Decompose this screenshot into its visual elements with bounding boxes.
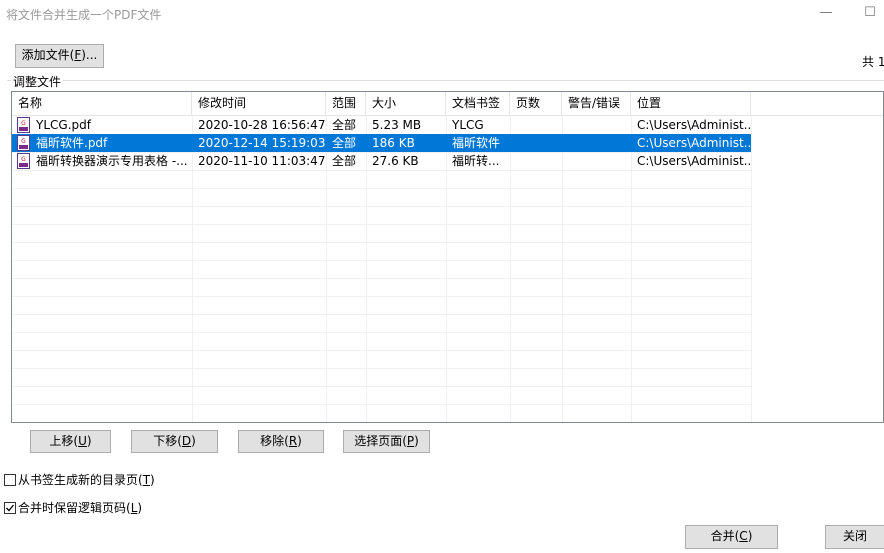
remove-label: 移除( (260, 434, 289, 448)
keep-page-numbers-checkbox[interactable] (4, 501, 16, 514)
pdf-file-icon: G (17, 135, 30, 151)
merge-key: C (739, 529, 748, 543)
cell-bookmark: 福昕软件 (452, 136, 501, 150)
total-count: 共 1 (862, 55, 884, 69)
close-label: 关闭 (842, 529, 867, 543)
svg-text:G: G (21, 138, 26, 145)
grid-line (12, 422, 751, 423)
cell-name: 福昕软件.pdf (36, 136, 108, 150)
grid-line (12, 278, 751, 279)
svg-text:G: G (21, 120, 26, 127)
move-up-key: U (78, 434, 87, 448)
select-pages-button[interactable]: 选择页面(P) (343, 430, 430, 453)
cell-pages (510, 134, 562, 152)
remove-tail: ) (297, 434, 302, 448)
cell-bookmark: YLCG (452, 118, 484, 132)
cell-modified: 2020-10-28 16:56:47 (198, 118, 326, 132)
merge-label: 合并( (710, 529, 740, 543)
column-header-location[interactable]: 位置 (631, 92, 751, 115)
cell-pages (510, 152, 562, 170)
maximize-button[interactable]: ☐ (848, 0, 884, 28)
cell-size: 27.6 KB (372, 154, 419, 168)
add-files-label: 添加文件( (21, 48, 75, 62)
grid-line (12, 296, 751, 297)
svg-text:G: G (21, 156, 26, 163)
cell-range: 全部 (332, 118, 357, 132)
group-box-border (7, 80, 884, 81)
add-files-tail: )... (81, 48, 98, 62)
grid-line (12, 260, 751, 261)
cell-size: 186 KB (372, 136, 415, 150)
move-down-label: 下移( (153, 434, 182, 448)
cell-name: YLCG.pdf (36, 118, 91, 132)
add-files-button[interactable]: 添加文件(F)... (15, 44, 104, 68)
remove-button[interactable]: 移除(R) (238, 430, 324, 453)
file-list[interactable]: 名称 修改时间 范围 大小 文档书签 页数 警告/错误 位置 G YLCG.pd… (11, 91, 884, 423)
column-header-range[interactable]: 范围 (326, 92, 366, 115)
checkmark-icon (6, 504, 15, 511)
keep-page-numbers-option[interactable]: 合并时保留逻辑页码(L) (4, 499, 142, 516)
grid-line (12, 332, 751, 333)
move-up-button[interactable]: 上移(U) (30, 430, 111, 453)
toc-label: 从书签生成新的目录页(T) (18, 473, 155, 487)
table-row[interactable]: G YLCG.pdf 2020-10-28 16:56:47 全部 5.23 M… (12, 116, 751, 134)
cell-size: 5.23 MB (372, 118, 422, 132)
table-row-selected[interactable]: G 福昕软件.pdf 2020-12-14 15:19:03 全部 186 KB… (12, 134, 751, 152)
cell-modified: 2020-12-14 15:19:03 (198, 136, 326, 150)
select-pages-label: 选择页面( (354, 434, 407, 448)
column-header-bookmark[interactable]: 文档书签 (446, 92, 510, 115)
move-down-key: D (181, 434, 192, 448)
grid-line (12, 170, 751, 171)
column-header-modified[interactable]: 修改时间 (192, 92, 326, 115)
pdf-file-icon: G (17, 117, 30, 133)
cell-warning (562, 152, 631, 170)
close-button[interactable]: 关闭 (825, 525, 884, 549)
cell-warning (562, 134, 631, 152)
cell-location: C:\Users\Administ... (637, 118, 751, 132)
cell-bookmark: 福昕转... (452, 154, 500, 168)
grid-line (751, 115, 752, 422)
toc-option[interactable]: 从书签生成新的目录页(T) (4, 471, 155, 488)
column-header-size[interactable]: 大小 (366, 92, 446, 115)
grid-line (12, 386, 751, 387)
merge-button[interactable]: 合并(C) (685, 525, 778, 549)
minimize-button[interactable]: — (804, 0, 848, 28)
cell-range: 全部 (332, 154, 357, 168)
grid-line (12, 206, 751, 207)
cell-location: C:\Users\Administ... (637, 154, 751, 168)
merge-tail: ) (747, 529, 753, 543)
grid-line (12, 224, 751, 225)
table-row[interactable]: G 福昕转换器演示专用表格 -... 2020-11-10 11:03:47 全… (12, 152, 751, 170)
cell-location: C:\Users\Administ... (637, 136, 751, 150)
minimize-icon: — (819, 5, 833, 20)
cell-range: 全部 (332, 136, 357, 150)
remove-key: R (288, 434, 298, 448)
window-title: 将文件合并生成一个PDF文件 (6, 8, 162, 22)
move-up-tail: ) (86, 434, 92, 448)
select-pages-tail: ) (414, 434, 419, 448)
column-header-pages[interactable]: 页数 (510, 92, 562, 115)
move-down-button[interactable]: 下移(D) (131, 430, 218, 453)
column-header-name[interactable]: 名称 (12, 92, 192, 115)
grid-line (12, 368, 751, 369)
column-header-warning[interactable]: 警告/错误 (562, 92, 631, 115)
grid-line (12, 314, 751, 315)
grid-line (12, 242, 751, 243)
cell-modified: 2020-11-10 11:03:47 (198, 154, 326, 168)
toc-checkbox[interactable] (4, 473, 16, 486)
keep-page-numbers-label: 合并时保留逻辑页码(L) (18, 501, 143, 515)
cell-pages (510, 116, 562, 134)
grid-line (12, 350, 751, 351)
move-down-tail: ) (191, 434, 196, 448)
group-label: 调整文件 (11, 73, 64, 90)
grid-line (12, 404, 751, 405)
cell-warning (562, 116, 631, 134)
title-bar: 将文件合并生成一个PDF文件 — ☐ (0, 0, 884, 28)
grid-line (12, 188, 751, 189)
pdf-file-icon: G (17, 153, 30, 169)
move-up-label: 上移( (49, 434, 79, 448)
cell-name: 福昕转换器演示专用表格 -... (36, 154, 188, 168)
maximize-icon: ☐ (864, 5, 876, 20)
